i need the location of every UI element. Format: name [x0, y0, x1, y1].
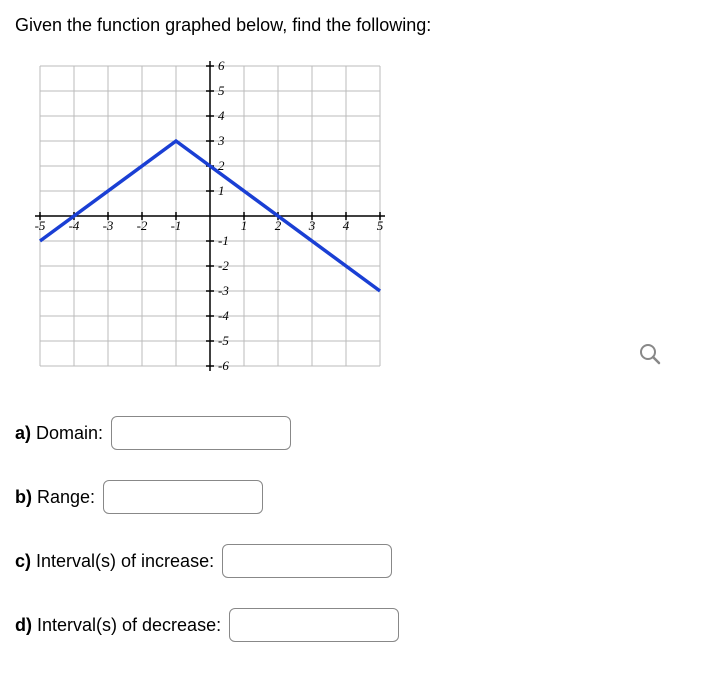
question-a: a) Domain:: [15, 416, 712, 450]
svg-text:5: 5: [377, 218, 384, 233]
question-c: c) Interval(s) of increase:: [15, 544, 712, 578]
svg-text:-2: -2: [137, 218, 148, 233]
svg-text:-1: -1: [171, 218, 182, 233]
svg-text:2: 2: [275, 218, 282, 233]
svg-text:3: 3: [217, 133, 225, 148]
svg-text:4: 4: [218, 108, 225, 123]
svg-text:4: 4: [343, 218, 350, 233]
svg-text:6: 6: [218, 58, 225, 73]
svg-text:-3: -3: [103, 218, 114, 233]
domain-input[interactable]: [111, 416, 291, 450]
svg-text:-1: -1: [218, 233, 229, 248]
question-b-label: b) Range:: [15, 487, 95, 508]
svg-text:1: 1: [218, 183, 225, 198]
question-d-label: d) Interval(s) of decrease:: [15, 615, 221, 636]
graph-container: -5-4-3-2-112345-6-5-4-3-2-1123456: [30, 56, 712, 376]
svg-text:-5: -5: [35, 218, 46, 233]
svg-text:-6: -6: [218, 358, 229, 373]
question-c-label: c) Interval(s) of increase:: [15, 551, 214, 572]
svg-text:3: 3: [308, 218, 316, 233]
svg-text:-3: -3: [218, 283, 229, 298]
function-graph: -5-4-3-2-112345-6-5-4-3-2-1123456: [30, 56, 390, 376]
question-d: d) Interval(s) of decrease:: [15, 608, 712, 642]
svg-text:1: 1: [241, 218, 248, 233]
question-a-label: a) Domain:: [15, 423, 103, 444]
increase-input[interactable]: [222, 544, 392, 578]
svg-text:-2: -2: [218, 258, 229, 273]
zoom-icon[interactable]: [638, 342, 662, 366]
svg-text:-4: -4: [218, 308, 229, 323]
svg-text:5: 5: [218, 83, 225, 98]
decrease-input[interactable]: [229, 608, 399, 642]
svg-text:-5: -5: [218, 333, 229, 348]
range-input[interactable]: [103, 480, 263, 514]
question-b: b) Range:: [15, 480, 712, 514]
problem-prompt: Given the function graphed below, find t…: [15, 15, 712, 36]
